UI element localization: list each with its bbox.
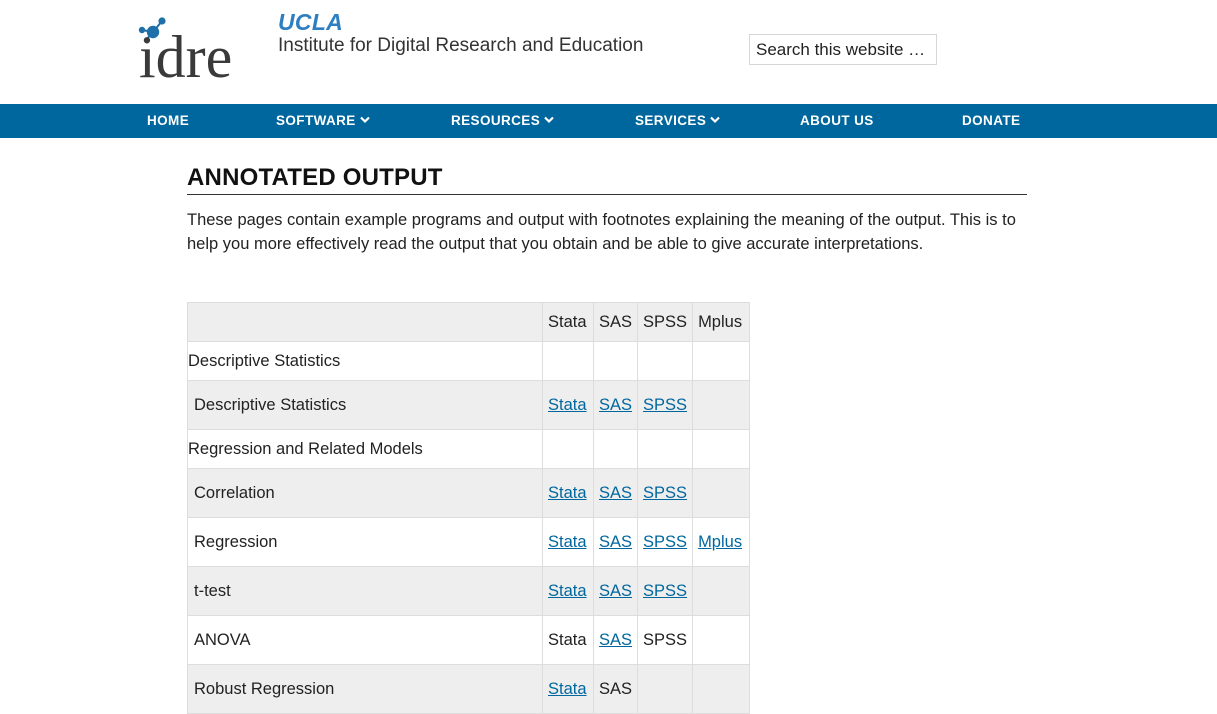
category-label: Regression and Related Models xyxy=(187,429,543,469)
spss-text: SPSS xyxy=(643,630,688,649)
nav-label: HOME xyxy=(147,113,190,128)
output-cell: SAS xyxy=(592,615,639,665)
output-cell: Stata xyxy=(542,615,594,665)
output-cell: SAS xyxy=(592,468,639,518)
sas-text: SAS xyxy=(599,679,633,698)
table-body: Descriptive Statistics Descriptive Statis… xyxy=(187,341,751,714)
empty-cell xyxy=(692,341,751,381)
row-label: Robust Regression xyxy=(187,664,543,714)
stata-link[interactable]: Stata xyxy=(548,533,587,551)
nav-resources[interactable]: RESOURCES xyxy=(451,104,554,138)
output-cell: Stata xyxy=(542,566,594,616)
empty-cell xyxy=(592,341,639,381)
output-cell: SPSS xyxy=(637,468,694,518)
spss-link[interactable]: SPSS xyxy=(643,396,687,414)
header-mplus: Mplus xyxy=(692,302,751,342)
empty-cell xyxy=(637,341,694,381)
stata-link[interactable]: Stata xyxy=(548,484,587,502)
chevron-down-icon xyxy=(710,117,721,124)
page-title: ANNOTATED OUTPUT xyxy=(187,164,1027,195)
sas-link[interactable]: SAS xyxy=(599,484,632,502)
search-input[interactable] xyxy=(749,34,937,65)
output-cell: Stata xyxy=(542,468,594,518)
row-label: ANOVA xyxy=(187,615,543,665)
table-row: Descriptive Statistics Stata SAS SPSS xyxy=(187,380,751,430)
stata-link[interactable]: Stata xyxy=(548,680,587,698)
nav-label: RESOURCES xyxy=(451,113,541,128)
nav-label: SOFTWARE xyxy=(276,113,356,128)
logo-text: idre xyxy=(139,24,232,82)
output-cell: SPSS xyxy=(637,380,694,430)
output-cell: SAS xyxy=(592,517,639,567)
nav-software[interactable]: SOFTWARE xyxy=(276,104,370,138)
output-cell xyxy=(692,615,751,665)
output-cell: SPSS xyxy=(637,517,694,567)
output-cell: Mplus xyxy=(692,517,751,567)
spss-link[interactable]: SPSS xyxy=(643,582,687,600)
main-nav: HOME SOFTWARE RESOURCES SERVICES ABOUT U… xyxy=(0,104,1217,138)
institute-name[interactable]: Institute for Digital Research and Educa… xyxy=(278,35,643,57)
header-sas: SAS xyxy=(592,302,639,342)
stata-link[interactable]: Stata xyxy=(548,396,587,414)
idre-molecule-logo-icon: idre xyxy=(138,17,232,82)
category-label: Descriptive Statistics xyxy=(187,341,543,381)
nav-label: SERVICES xyxy=(635,113,707,128)
intro-paragraph: These pages contain example programs and… xyxy=(187,211,1016,253)
spss-link[interactable]: SPSS xyxy=(643,533,687,551)
sas-link[interactable]: SAS xyxy=(599,631,632,649)
header-spss: SPSS xyxy=(637,302,694,342)
nav-about-us[interactable]: ABOUT US xyxy=(800,104,874,138)
table-row: ANOVA Stata SAS SPSS xyxy=(187,615,751,665)
spss-link[interactable]: SPSS xyxy=(643,484,687,502)
stata-link[interactable]: Stata xyxy=(548,582,587,600)
table-header-row: Stata SAS SPSS Mplus xyxy=(187,302,751,342)
empty-cell xyxy=(637,429,694,469)
stata-text: Stata xyxy=(548,630,587,649)
output-cell: SAS xyxy=(592,566,639,616)
row-label: Correlation xyxy=(187,468,543,518)
sas-link[interactable]: SAS xyxy=(599,396,632,414)
output-cell: Stata xyxy=(542,664,594,714)
mplus-link[interactable]: Mplus xyxy=(698,533,742,551)
sas-link[interactable]: SAS xyxy=(599,582,632,600)
row-label: Regression xyxy=(187,517,543,567)
category-row: Descriptive Statistics xyxy=(187,341,751,381)
output-cell: Stata xyxy=(542,517,594,567)
table-row: Correlation Stata SAS SPSS xyxy=(187,468,751,518)
nav-services[interactable]: SERVICES xyxy=(635,104,721,138)
nav-label: ABOUT US xyxy=(800,113,874,128)
output-cell: SAS xyxy=(592,664,639,714)
sas-link[interactable]: SAS xyxy=(599,533,632,551)
empty-cell xyxy=(692,429,751,469)
output-cell xyxy=(692,664,751,714)
output-cell xyxy=(692,380,751,430)
row-label: t-test xyxy=(187,566,543,616)
output-cell xyxy=(692,566,751,616)
output-cell: Stata xyxy=(542,380,594,430)
output-cell: SPSS xyxy=(637,566,694,616)
header-empty xyxy=(187,302,543,342)
row-label: Descriptive Statistics xyxy=(187,380,543,430)
annotated-output-table: Stata SAS SPSS Mplus Descriptive Statist… xyxy=(187,302,751,714)
empty-cell xyxy=(592,429,639,469)
nav-label: DONATE xyxy=(962,113,1021,128)
table-row: t-test Stata SAS SPSS xyxy=(187,566,751,616)
empty-cell xyxy=(542,429,594,469)
idre-logo[interactable]: idre xyxy=(137,14,269,82)
output-cell xyxy=(692,468,751,518)
output-cell: SAS xyxy=(592,380,639,430)
header-stata: Stata xyxy=(542,302,594,342)
table-row: Regression Stata SAS SPSS Mplus xyxy=(187,517,751,567)
output-cell: SPSS xyxy=(637,615,694,665)
ucla-link[interactable]: UCLA xyxy=(278,9,343,36)
chevron-down-icon xyxy=(544,117,554,124)
nav-home[interactable]: HOME xyxy=(147,104,189,138)
category-row: Regression and Related Models xyxy=(187,429,751,469)
output-cell xyxy=(637,664,694,714)
table-row: Robust Regression Stata SAS xyxy=(187,664,751,714)
nav-donate[interactable]: DONATE xyxy=(962,104,1020,138)
chevron-down-icon xyxy=(359,117,370,124)
empty-cell xyxy=(542,341,594,381)
